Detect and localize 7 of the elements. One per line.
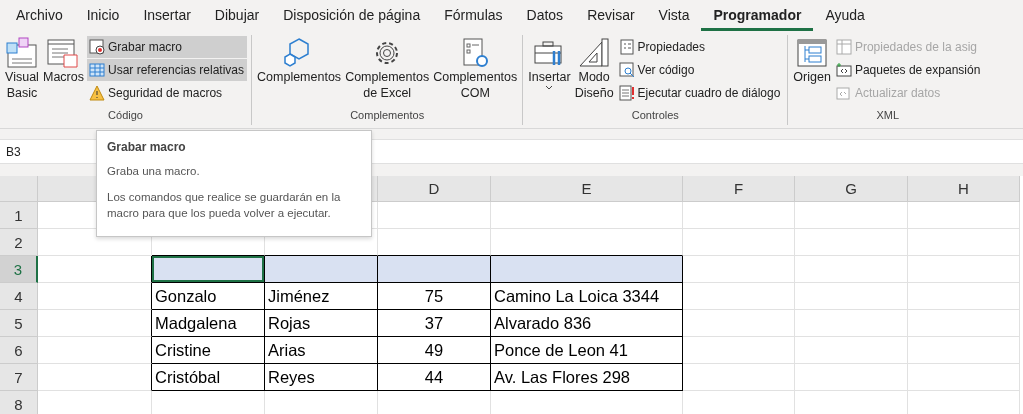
- group-label: Código: [107, 109, 144, 123]
- group-label: Complementos: [349, 109, 426, 123]
- group-label: XML: [875, 109, 901, 123]
- tooltip-text: Graba una macro.: [107, 164, 201, 179]
- tooltip-title: Grabar macro: [107, 140, 187, 154]
- group-label: Controles: [630, 109, 680, 123]
- tooltip-text: Los comandos que realice se guardarán en la macro para que los pueda volver a ejecutar.: [107, 190, 342, 221]
